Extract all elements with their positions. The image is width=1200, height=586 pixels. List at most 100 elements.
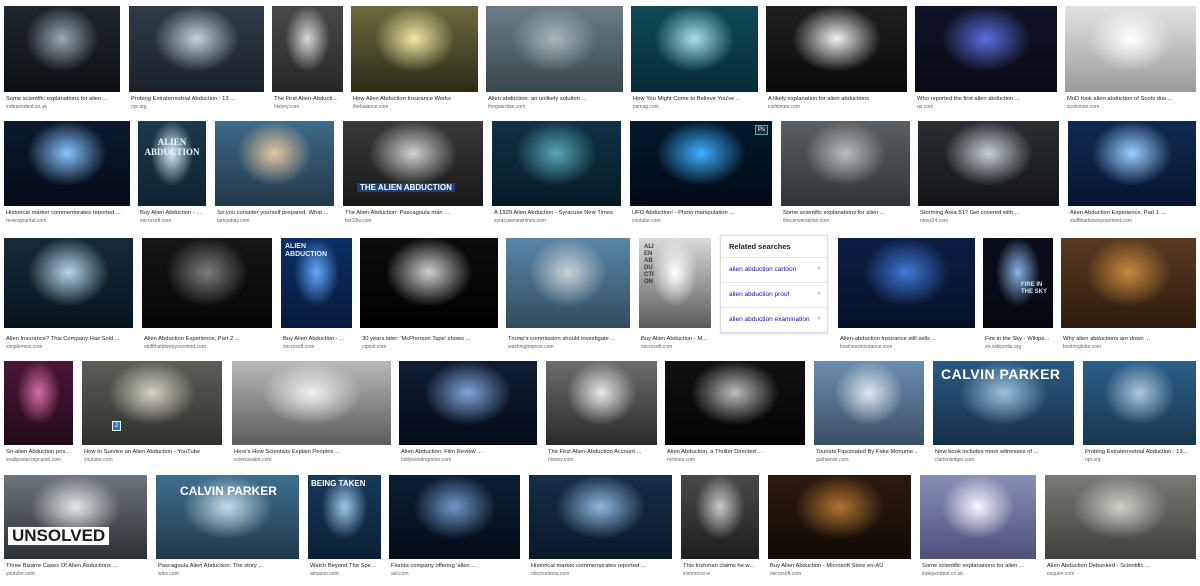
image-result[interactable]: Alien Insurance? This Company Has Sold .… (4, 238, 133, 356)
result-source: psmag.com (633, 104, 659, 110)
image-result[interactable]: Historical marker commemorates reported … (4, 121, 130, 231)
related-search-label: alien abduction examination (729, 316, 810, 323)
result-source: fox10tv.com (345, 218, 372, 224)
result-source: theguardian.com (488, 104, 526, 110)
image-result[interactable]: Alien-abduction insurance still sells ..… (838, 238, 975, 356)
result-source: hollywoodreporter.com (401, 457, 452, 463)
result-source: npr.org (1085, 457, 1101, 463)
thumbnail (768, 475, 911, 559)
image-result[interactable]: Who reported the first alien abduction .… (915, 6, 1057, 116)
image-result[interactable]: Storming Area 51? Get covered with ... n… (918, 121, 1059, 231)
result-title: Why alien abductions are down ... (1063, 336, 1151, 342)
image-row-5: UNSOLVED Three Bizarre Cases Of Alien Ab… (0, 475, 1200, 585)
image-result[interactable]: The First Alien-Abduction ... history.co… (272, 6, 343, 116)
photoshop-badge: Ps (754, 125, 768, 135)
result-source: esquire.com (1047, 571, 1075, 577)
result-source: bostonglobe.com (1063, 344, 1102, 350)
thumbnail (215, 121, 334, 206)
result-title: Some scientific explanations for alien .… (6, 96, 108, 102)
result-source: thebalance.com (353, 104, 389, 110)
result-title: Some scientific explanations for alien .… (783, 210, 885, 216)
image-result[interactable]: Some scientific explanations for alien .… (781, 121, 910, 231)
cover-title: ALIEN ABDUCTION (144, 137, 200, 157)
image-result[interactable]: Trump's commission should investigate ..… (506, 238, 630, 356)
related-search-proof[interactable]: alien abduction proof › (721, 282, 827, 307)
image-result[interactable]: Sn-alien Abduction pos... snailposter.bi… (4, 361, 73, 471)
image-result[interactable]: ALIEN ABDUCTION Buy Alien Abduction - ..… (281, 238, 352, 356)
image-result[interactable]: Some scientific explanations for alien .… (4, 6, 120, 116)
result-title: How to Survive an Alien Abduction - YouT… (84, 449, 201, 455)
related-searches-panel: Related searches alien abduction cartoon… (720, 235, 828, 333)
image-result[interactable]: Alien Abduction Debunked - Scientific ..… (1045, 475, 1196, 585)
step-badge: 2 (112, 421, 122, 431)
result-source: qz.com (917, 104, 934, 110)
result-title: Here's How Scientists Explain Peoples ..… (234, 449, 340, 455)
result-title: So you consider yourself prepared. What … (217, 210, 329, 216)
result-title: Storming Area 51? Get covered with ... (920, 210, 1020, 216)
image-result[interactable]: MoD took alien abduction of Scots duo ..… (1065, 6, 1196, 116)
image-result[interactable]: 2 How to Survive an Alien Abduction - Yo… (82, 361, 222, 471)
thumbnail (681, 475, 759, 559)
result-title: Trump's commission should investigate ..… (508, 336, 616, 342)
image-result[interactable]: How You Might Come to Believe You've ...… (631, 6, 758, 116)
result-source: microsoft.com (641, 344, 673, 350)
image-result[interactable]: Buy Alien Abduction - Microsoft Store en… (768, 475, 911, 585)
image-result[interactable]: ALIEN ABDUCTION Buy Alien Abduction - ..… (138, 121, 206, 231)
image-result[interactable]: Alien Abduction Experience, Part 1 ... s… (1068, 121, 1196, 231)
image-result[interactable]: The First Alien-Abduction Account ... hi… (546, 361, 657, 471)
image-result[interactable]: A likely explanation for alien abduction… (766, 6, 907, 116)
image-result[interactable]: How Alien Abduction Insurance Works theb… (351, 6, 478, 116)
image-result[interactable]: Probing Extraterrestrial Abduction : 13.… (1083, 361, 1196, 471)
image-row-3: Alien Insurance? This Company Has Sold .… (0, 238, 1200, 356)
image-result[interactable]: Some scientific explanations for alien .… (920, 475, 1036, 585)
image-result[interactable]: Alien abduction: an unlikely solution ..… (486, 6, 623, 116)
result-title: Historical marker commemorates reported … (531, 563, 646, 569)
thumbnail (4, 238, 133, 328)
thumbnail (1083, 361, 1196, 445)
image-result[interactable]: ALIEN ABDUCTION Buy Alien Abduction - M.… (639, 238, 711, 356)
image-result[interactable]: CALVIN PARKER New book includes more wit… (933, 361, 1074, 471)
image-row-4: Sn-alien Abduction pos... snailposter.bi… (0, 361, 1200, 471)
result-source: snailposter.bigcartel.com (6, 457, 62, 463)
image-result[interactable]: FIRE IN THE SKY Fire in the Sky - Wikipe… (983, 238, 1053, 356)
result-source: irishmirror.ie (683, 571, 711, 577)
related-search-examination[interactable]: alien abduction examination › (721, 307, 827, 332)
image-result[interactable]: Alien Abduction, a Thriller Directed ...… (665, 361, 805, 471)
result-source: gothamist.com (816, 457, 849, 463)
related-search-cartoon[interactable]: alien abduction cartoon › (721, 257, 827, 282)
image-result[interactable]: So you consider yourself prepared. What … (215, 121, 334, 231)
result-title: Tourists Fascinated By Fake Monume... (816, 449, 918, 455)
image-result[interactable]: Tourists Fascinated By Fake Monume... go… (814, 361, 924, 471)
image-result[interactable]: 30 years later: 'McPherson Tape' shows .… (360, 238, 498, 356)
image-result[interactable]: Why alien abductions are down ... boston… (1061, 238, 1196, 356)
result-source: wlox.com (158, 571, 179, 577)
result-title: How You Might Come to Believe You've ... (633, 96, 741, 102)
result-title: Alien Abduction Experience, Part 1 ... (1070, 210, 1166, 216)
image-result[interactable]: THE ALIEN ABDUCTION The Alien Abduction:… (343, 121, 483, 231)
image-result[interactable]: Florida company offering 'alien ... aol.… (389, 475, 520, 585)
thumbnail: UNSOLVED (4, 475, 147, 559)
result-source: nbcmontana.com (531, 571, 570, 577)
image-result[interactable]: This Irishman claims he w... irishmirror… (681, 475, 759, 585)
thumbnail (814, 361, 924, 445)
thumbnail (766, 6, 907, 92)
thumbnail (506, 238, 630, 328)
image-result[interactable]: CALVIN PARKER Pascagoula Alien Abduction… (156, 475, 299, 585)
result-title: Watch Beyond The Spe... (310, 563, 376, 569)
result-source: tampabay.com (217, 218, 250, 224)
image-result[interactable]: Historical marker commemorates reported … (529, 475, 672, 585)
image-result[interactable]: Probing Extraterrestrial Abduction : 13 … (129, 6, 264, 116)
result-source: microsoft.com (283, 344, 315, 350)
image-result[interactable]: UNSOLVED Three Bizarre Cases Of Alien Ab… (4, 475, 147, 585)
thumbnail: THE ALIEN ABDUCTION (343, 121, 483, 206)
result-title: Who reported the first alien abduction .… (917, 96, 1020, 102)
image-result[interactable]: Alien Abduction: Film Review ... hollywo… (399, 361, 537, 471)
thumbnail (4, 121, 130, 206)
image-result[interactable]: A 1929 Alien Abduction - Syracuse New Ti… (492, 121, 621, 231)
image-result[interactable]: BEING TAKEN Watch Beyond The Spe... amaz… (308, 475, 381, 585)
image-result[interactable]: Ps UFO Abduction! - Photo manipulation .… (630, 121, 772, 231)
image-result[interactable]: Here's How Scientists Explain Peoples ..… (232, 361, 391, 471)
result-source: businessinsurance.com (840, 344, 893, 350)
image-result[interactable]: Alien Abduction Experience, Part 2 ... s… (142, 238, 272, 356)
result-title: Fire in the Sky - Wikipe... (985, 336, 1050, 342)
